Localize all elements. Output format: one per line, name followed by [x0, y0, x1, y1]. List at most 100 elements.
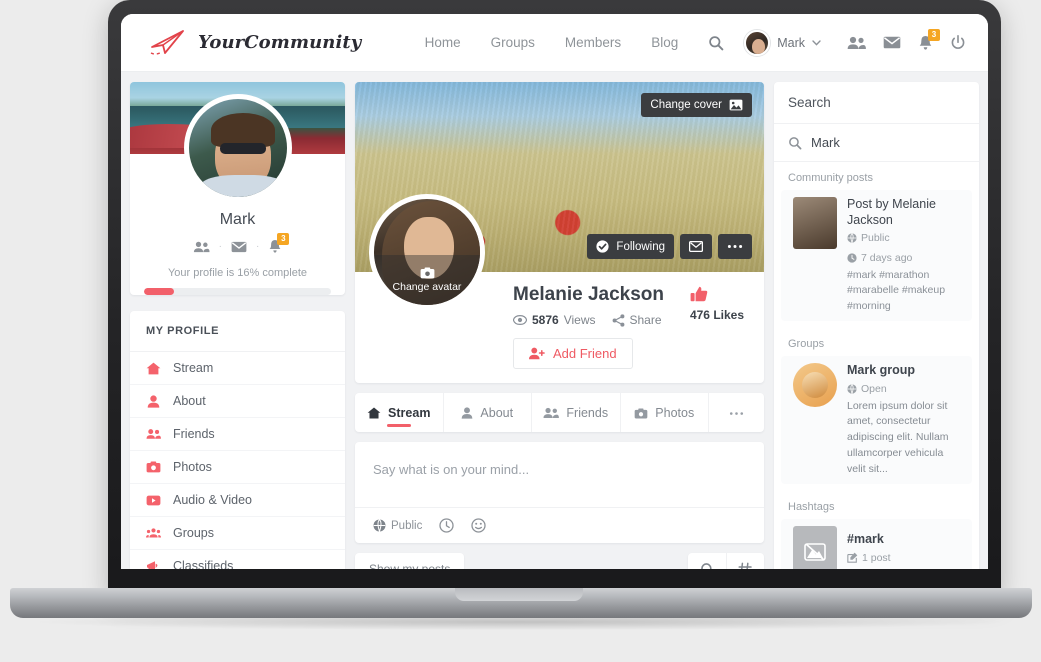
search-icon[interactable]: [708, 35, 724, 51]
nav-link-groups[interactable]: Groups: [491, 35, 535, 50]
nav-link-members[interactable]: Members: [565, 35, 621, 50]
eye-icon: [513, 315, 527, 325]
sidebar-item-label: Audio & Video: [173, 493, 252, 507]
sidebar-section-my-profile: MY PROFILE: [130, 311, 345, 352]
profile-notification-badge: 3: [277, 233, 290, 245]
bell-icon[interactable]: 3: [268, 233, 290, 254]
laptop-screen: YourCommunity Home Groups Members Blog M…: [121, 14, 988, 569]
hashtag-count: 1 post: [847, 552, 891, 564]
right-sidebar: Search Mark Community posts Post by Mela…: [774, 82, 979, 569]
user-menu[interactable]: Mark: [744, 29, 821, 56]
share-button[interactable]: Share: [612, 313, 662, 327]
post-privacy: Public: [847, 232, 890, 244]
bell-icon[interactable]: 3: [918, 28, 940, 51]
group-body: Mark group Open Lorem ipsum dolor sit am…: [847, 363, 960, 477]
chevron-down-icon: [812, 39, 821, 46]
search-icon: [788, 136, 802, 150]
sidebar-item-audio-video[interactable]: Audio & Video: [130, 484, 345, 517]
tab-friends[interactable]: Friends: [532, 393, 621, 432]
sidebar-item-label: Groups: [173, 526, 214, 540]
more-options-button[interactable]: [718, 234, 752, 259]
profile-card: Mark · · 3 Your profile is 16% complete: [130, 82, 345, 295]
search-result-group[interactable]: Mark group Open Lorem ipsum dolor sit am…: [781, 355, 972, 485]
home-icon: [146, 362, 161, 375]
sidebar-item-label: Friends: [173, 427, 215, 441]
avatar[interactable]: Change avatar: [369, 194, 485, 310]
nav-link-blog[interactable]: Blog: [651, 35, 678, 50]
search-input[interactable]: Mark: [774, 124, 979, 162]
clock-icon[interactable]: [439, 518, 454, 533]
privacy-label: Public: [391, 519, 423, 532]
user-icon: [461, 407, 473, 419]
tab-stream[interactable]: Stream: [355, 393, 444, 432]
camera-icon: [146, 461, 161, 473]
likes-value: 476 Likes: [690, 308, 744, 322]
avatar[interactable]: [183, 94, 292, 202]
tab-label: Friends: [566, 406, 609, 420]
change-cover-button[interactable]: Change cover: [641, 93, 752, 117]
laptop-frame: YourCommunity Home Groups Members Blog M…: [108, 0, 1001, 597]
search-icon[interactable]: [688, 553, 726, 569]
following-label: Following: [616, 240, 665, 253]
group-privacy: Open: [847, 383, 887, 395]
group-description: Lorem ipsum dolor sit amet, consectetur …: [847, 399, 949, 475]
image-icon: [729, 99, 743, 111]
hashtag-count-label: 1 post: [862, 551, 891, 564]
change-avatar-overlay[interactable]: Change avatar: [374, 255, 480, 305]
search-result-hashtag[interactable]: #mark 1 post: [781, 519, 972, 569]
group-icon: [146, 527, 161, 539]
check-circle-icon: [596, 240, 610, 253]
search-result-post[interactable]: Post by Melanie Jackson Public 7 days ag…: [781, 190, 972, 321]
section-hashtags: Hashtags: [788, 501, 835, 514]
power-icon[interactable]: [950, 34, 966, 51]
add-friend-button[interactable]: Add Friend: [513, 338, 633, 369]
tab-more[interactable]: [709, 393, 764, 432]
likes-label: Likes: [713, 308, 744, 322]
page-body: Mark · · 3 Your profile is 16% complete …: [121, 72, 988, 569]
left-sidebar: Mark · · 3 Your profile is 16% complete …: [130, 82, 345, 569]
search-panel: Search Mark Community posts Post by Mela…: [774, 82, 979, 569]
sidebar-item-label: Stream: [173, 361, 214, 375]
globe-icon: [373, 519, 386, 532]
emoji-icon[interactable]: [471, 518, 486, 533]
megaphone-icon: [146, 560, 161, 569]
tab-about[interactable]: About: [444, 393, 532, 432]
mail-icon[interactable]: [231, 241, 247, 253]
hashtag-body: #mark 1 post: [847, 526, 960, 569]
thumbs-up-icon: [690, 286, 744, 304]
post-hashtags[interactable]: #mark #marathon #marabelle #makeup #morn…: [847, 268, 960, 314]
group-meta: Open: [847, 383, 960, 395]
hashtag-title: #mark: [847, 532, 884, 547]
post-thumbnail: [793, 197, 837, 249]
brand-logo[interactable]: YourCommunity: [147, 28, 361, 58]
hashtag-icon[interactable]: [726, 553, 764, 569]
friends-icon[interactable]: [847, 36, 866, 50]
following-button[interactable]: Following: [587, 234, 674, 259]
privacy-selector[interactable]: Public: [373, 519, 422, 532]
friends-icon[interactable]: [193, 241, 210, 253]
add-user-icon: [529, 347, 545, 360]
views-label: Views: [563, 313, 596, 327]
sidebar-item-about[interactable]: About: [130, 385, 345, 418]
composer-input[interactable]: Say what is on your mind...: [355, 442, 764, 507]
group-title: Mark group: [847, 362, 916, 377]
show-my-posts-button[interactable]: Show my posts: [355, 553, 465, 569]
separator-dot: ·: [218, 241, 222, 252]
nav-link-home[interactable]: Home: [425, 35, 461, 50]
nav-username: Mark: [777, 35, 805, 50]
sidebar-item-classifieds[interactable]: Classifieds: [130, 550, 345, 569]
sidebar-item-groups[interactable]: Groups: [130, 517, 345, 550]
mail-icon[interactable]: [883, 36, 901, 49]
paper-plane-icon: [147, 28, 189, 58]
sidebar-item-friends[interactable]: Friends: [130, 418, 345, 451]
profile-header-actions: Following: [587, 234, 752, 259]
app-page: YourCommunity Home Groups Members Blog M…: [121, 14, 988, 569]
views-count: 5876: [532, 313, 559, 327]
profile-completion-bar: [144, 288, 331, 295]
sidebar-item-photos[interactable]: Photos: [130, 451, 345, 484]
feed-filter-row: Show my posts: [355, 553, 764, 569]
friends-icon: [543, 407, 560, 419]
tab-photos[interactable]: Photos: [621, 393, 709, 432]
message-button[interactable]: [680, 234, 712, 259]
sidebar-item-stream[interactable]: Stream: [130, 352, 345, 385]
